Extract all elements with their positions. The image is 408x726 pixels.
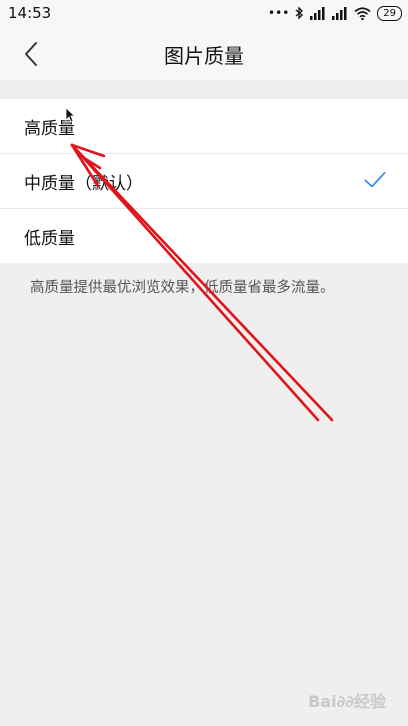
- signal-icon-1: [310, 6, 325, 20]
- check-icon: [364, 172, 386, 188]
- status-icons: ••• 29: [268, 4, 402, 22]
- option-high-quality[interactable]: 高质量: [0, 99, 408, 154]
- option-label: 中质量（默认）: [24, 174, 143, 194]
- option-medium-quality[interactable]: 中质量（默认）: [0, 154, 408, 209]
- signal-icon-2: [332, 6, 347, 20]
- status-bar: 14:53 ••• 29: [0, 0, 408, 28]
- quality-description: 高质量提供最优浏览效果，低质量省最多流量。: [30, 280, 335, 296]
- notification-dots-icon: •••: [268, 6, 290, 20]
- status-time: 14:53: [8, 4, 52, 22]
- battery-indicator: 29: [377, 5, 402, 21]
- quality-options-list: 高质量 中质量（默认） 低质量: [0, 99, 408, 263]
- nav-bar: 图片质量: [0, 28, 408, 80]
- bluetooth-icon: [295, 6, 304, 20]
- option-low-quality[interactable]: 低质量: [0, 209, 408, 263]
- watermark: Bai∂∂经验: [308, 692, 386, 711]
- wifi-icon: [354, 6, 371, 20]
- mouse-cursor-icon: [65, 107, 75, 123]
- page-title: 图片质量: [164, 44, 244, 68]
- option-label: 低质量: [24, 229, 75, 249]
